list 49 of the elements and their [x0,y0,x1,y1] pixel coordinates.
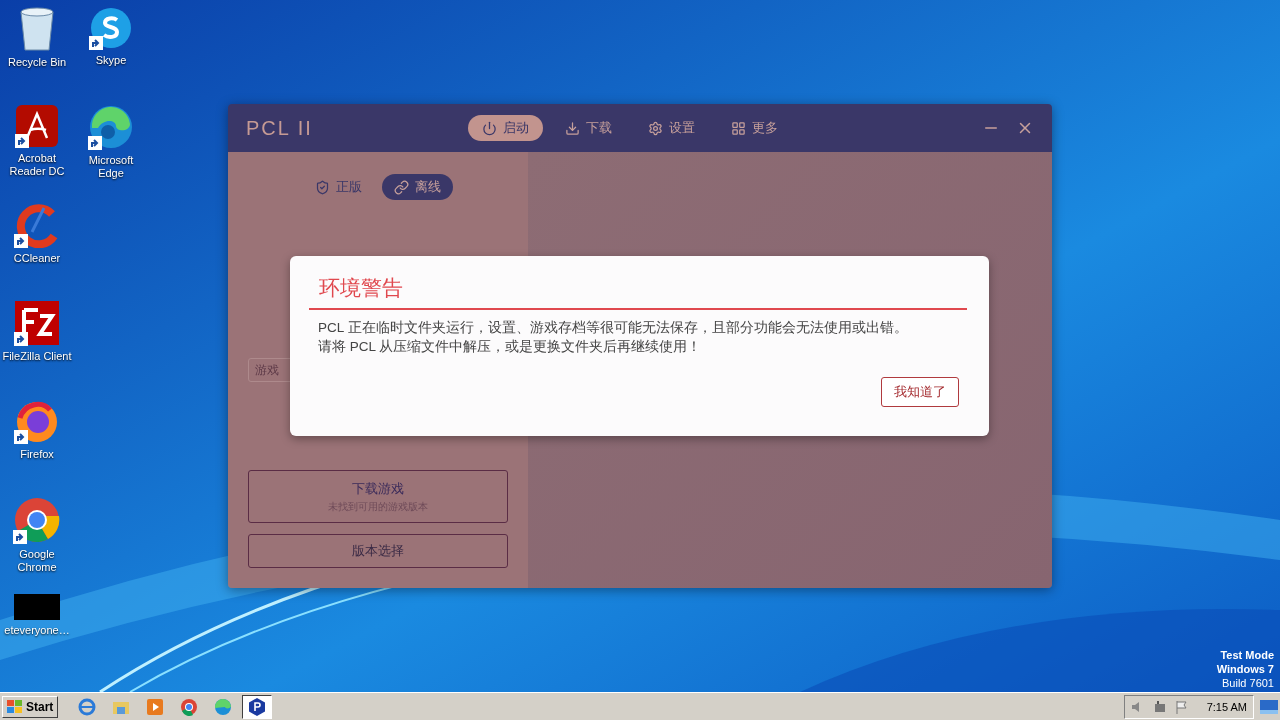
os-notice-text: Test Mode [1220,648,1274,662]
clock[interactable]: 7:15 AM [1206,700,1247,713]
network-icon[interactable] [1152,699,1167,714]
nav-tab[interactable]: 启动 [468,115,543,141]
version-select-button[interactable]: 版本选择 [248,534,508,568]
desktop-icon-label[interactable]: Google Chrome [1,548,73,574]
os-notice-text: Build 7601 [1222,676,1274,690]
desktop-icon-label[interactable]: Firefox [1,448,73,461]
login-tab[interactable]: 正版 [303,174,374,200]
nav-tab[interactable]: 设置 [634,115,709,141]
filezilla-icon [14,300,60,346]
download-icon [565,120,580,136]
chrome-icon [180,697,199,716]
edge-icon [214,697,233,716]
settings-icon [648,120,663,136]
desktop-icon-label[interactable]: Microsoft Edge [75,154,147,180]
dialog-message: 请将 PCL 从压缩文件中解压，或是更换文件夹后再继续使用！ [318,338,703,356]
play-icon [147,698,164,715]
nav-tab[interactable]: 更多 [717,115,792,141]
flag-icon[interactable] [1174,699,1189,714]
link-icon [394,179,409,195]
power-icon [482,120,497,136]
shield-icon [315,179,330,195]
ok-button[interactable]: 我知道了 [881,377,959,407]
start-button[interactable]: Start [2,695,59,718]
ccleaner-icon [14,202,60,248]
dialog-title: 环境警告 [318,275,404,301]
thumbnail-icon [14,594,60,620]
windows-logo-icon [7,699,23,714]
desktop-icon-label[interactable]: CCleaner [1,252,73,265]
s-logo-icon [89,6,133,50]
recycle-bin-icon [17,6,57,52]
desktop-icon-label[interactable]: Acrobat Reader DC [1,152,73,178]
ie-icon [78,697,97,716]
edge-icon [88,104,134,150]
desktop-icon-label[interactable]: FileZilla Client [1,350,73,363]
show-desktop-icon[interactable] [1260,699,1278,714]
desktop-icon-label[interactable]: Skype [75,54,147,67]
nav-tab[interactable]: 下载 [551,115,626,141]
desktop-icon-label[interactable]: Recycle Bin [1,56,73,69]
taskbar-app[interactable] [242,694,273,719]
hexagon-p-icon [249,697,266,716]
os-notice-text: Windows 7 [1216,662,1274,676]
desktop-icon-label[interactable]: eteveryone… [1,624,73,637]
dialog-message: PCL 正在临时文件夹运行，设置、游戏存档等很可能无法保存，且部分功能会无法使用或出错。 [318,319,909,337]
chrome-icon [13,496,61,544]
grid-icon [731,120,746,136]
window-title: PCL II [246,116,314,140]
login-tab[interactable]: 离线 [382,174,453,200]
